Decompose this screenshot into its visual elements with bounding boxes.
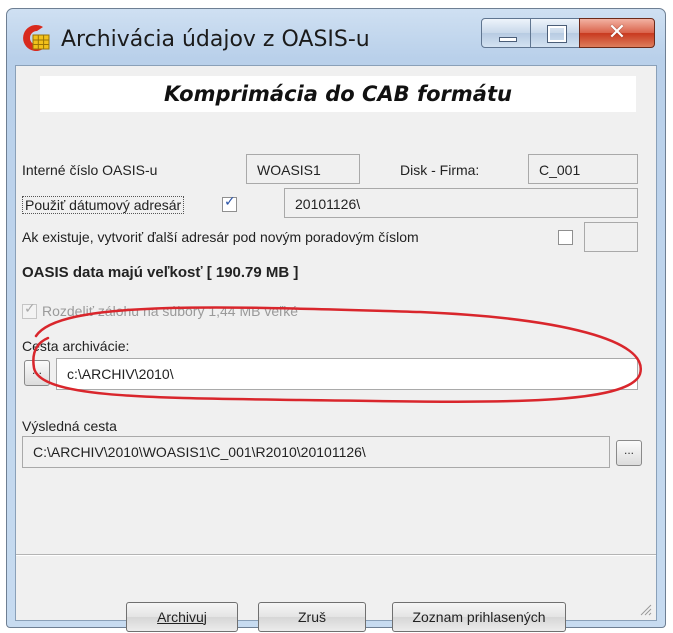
maximize-button[interactable] — [530, 18, 580, 48]
page-title: Komprimácia do CAB formátu — [40, 76, 636, 112]
disk-firm-field: C_001 — [528, 154, 638, 184]
maximize-icon — [547, 25, 567, 43]
resize-grip-icon[interactable] — [638, 602, 652, 616]
minimize-icon — [499, 37, 517, 42]
split-archive-label: Rozdeliť zálohu na súbory 1,44 MB veľké — [42, 303, 299, 319]
archive-path-label: Cesta archivácie: — [22, 338, 130, 354]
date-directory-label[interactable]: Použiť dátumový adresár — [22, 196, 185, 214]
date-directory-field: 20101126\ — [284, 188, 638, 218]
split-archive-checkbox[interactable] — [22, 301, 37, 319]
new-directory-label: Ak existuje, vytvoriť ďalší adresár pod … — [22, 229, 419, 245]
footer-separator — [16, 554, 656, 556]
archive-button[interactable]: Archivuj — [126, 602, 238, 632]
archive-path-browse-button[interactable]: ... — [24, 360, 50, 386]
new-directory-number-field — [584, 222, 638, 252]
list-logged-button[interactable]: Zoznam prihlasených — [392, 602, 566, 632]
disk-firm-label: Disk - Firma: — [400, 162, 480, 178]
result-path-browse-button[interactable]: ... — [616, 440, 642, 466]
close-icon: ✕ — [607, 20, 627, 45]
new-directory-checkbox[interactable] — [558, 230, 573, 245]
minimize-button[interactable] — [481, 18, 531, 48]
date-directory-checkbox[interactable] — [222, 194, 237, 212]
archive-button-label: Archivuj — [157, 609, 207, 625]
result-path-field: C:\ARCHIV\2010\WOASIS1\C_001\R2010\20101… — [22, 436, 610, 468]
internal-number-label: Interné číslo OASIS-u — [22, 162, 158, 178]
dialog-window: Archivácia údajov z OASIS-u ✕ Komprimáci… — [6, 8, 666, 632]
cancel-button-label: Zruš — [298, 609, 326, 625]
dialog-client-area: Komprimácia do CAB formátu Interné číslo… — [15, 65, 657, 632]
list-logged-button-label: Zoznam prihlasených — [412, 609, 546, 625]
window-title: Archivácia údajov z OASIS-u — [61, 27, 370, 52]
title-bar[interactable]: Archivácia údajov z OASIS-u ✕ — [7, 9, 665, 73]
result-path-label: Výsledná cesta — [22, 418, 117, 434]
data-size-text: OASIS data majú veľkosť [ 190.79 MB ] — [22, 264, 299, 281]
oasis-app-icon — [23, 25, 50, 51]
internal-number-field: WOASIS1 — [246, 154, 360, 184]
close-button[interactable]: ✕ — [579, 18, 655, 48]
cancel-button[interactable]: Zruš — [258, 602, 366, 632]
archive-path-input[interactable]: c:\ARCHIV\2010\ — [56, 358, 638, 390]
